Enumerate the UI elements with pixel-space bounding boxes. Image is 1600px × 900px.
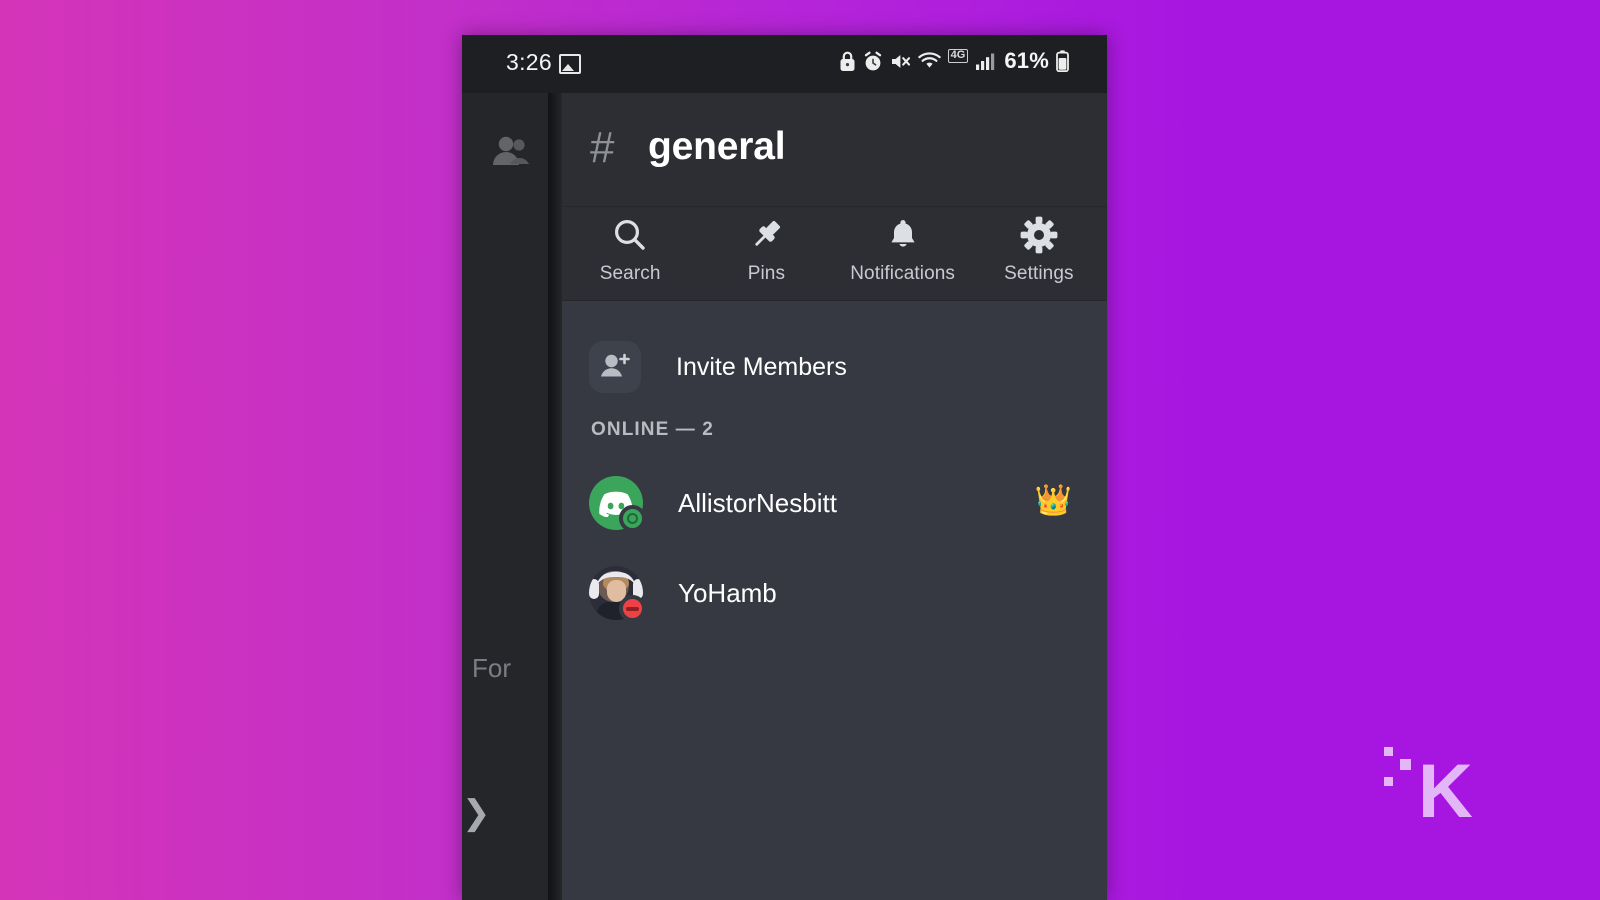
action-notifications[interactable]: Notifications (835, 207, 971, 285)
member-row[interactable]: AllistorNesbitt 👑 (562, 468, 1107, 538)
alarm-icon (864, 51, 881, 70)
hash-icon: # (590, 123, 615, 172)
action-search-label: Search (599, 263, 661, 284)
page-title: general (648, 125, 786, 168)
status-bar: 3:26 4G 61% (462, 35, 1107, 93)
background-partial-text: For (472, 653, 511, 683)
battery-icon (1056, 50, 1069, 72)
bell-icon (883, 213, 923, 257)
svg-text:K: K (1418, 749, 1473, 825)
network-4g-icon: 4G (947, 49, 969, 63)
search-icon (610, 213, 650, 257)
crown-icon: 👑 (1034, 484, 1072, 517)
signal-bars-icon (976, 53, 995, 70)
member-name: YoHamb (678, 577, 777, 608)
members-list: Invite Members ONLINE — 2 AllistorNesbit… (562, 301, 1107, 900)
member-row[interactable]: YoHamb (562, 558, 1107, 628)
people-icon[interactable] (488, 131, 532, 175)
wifi-icon (917, 51, 941, 68)
panel-shadow-edge (548, 93, 562, 900)
phone-screenshot: 3:26 4G 61% For ❯ # general Search Pins … (462, 35, 1107, 900)
channel-actions-row: Search Pins Notifications Settings (562, 207, 1107, 301)
status-badge (619, 595, 646, 622)
lock-icon (840, 51, 855, 71)
avatar-headphone-left (589, 579, 599, 599)
action-search[interactable]: Search (562, 207, 698, 285)
person-add-icon (589, 341, 641, 393)
channel-header: # general (562, 93, 1107, 207)
status-icons-group: 4G 61% (839, 48, 1069, 74)
member-name: AllistorNesbitt (678, 487, 837, 518)
battery-percent-label: 61% (1004, 48, 1049, 73)
pin-icon (746, 213, 786, 257)
online-section-header: ONLINE — 2 (591, 419, 714, 440)
gear-icon (1019, 213, 1059, 257)
invite-members-label: Invite Members (676, 352, 847, 381)
invite-members-row[interactable]: Invite Members (562, 329, 1107, 405)
knowtechie-watermark: K (1384, 747, 1473, 825)
avatar-headphone-band (596, 572, 636, 589)
screenshot-canvas: 3:26 4G 61% For ❯ # general Search Pins … (0, 0, 1600, 900)
members-panel: # general Search Pins Notifications Sett… (562, 93, 1107, 900)
action-settings[interactable]: Settings (971, 207, 1107, 285)
action-settings-label: Settings (1004, 263, 1074, 284)
action-pins[interactable]: Pins (698, 207, 834, 285)
mute-icon (891, 54, 910, 68)
image-icon (559, 54, 581, 74)
action-notifications-label: Notifications (850, 263, 956, 284)
status-time: 3:26 (506, 49, 552, 75)
avatar (589, 476, 646, 532)
action-pins-label: Pins (747, 263, 786, 284)
avatar (589, 566, 646, 622)
status-badge (619, 505, 646, 532)
chevron-right-icon[interactable]: ❯ (462, 793, 491, 833)
